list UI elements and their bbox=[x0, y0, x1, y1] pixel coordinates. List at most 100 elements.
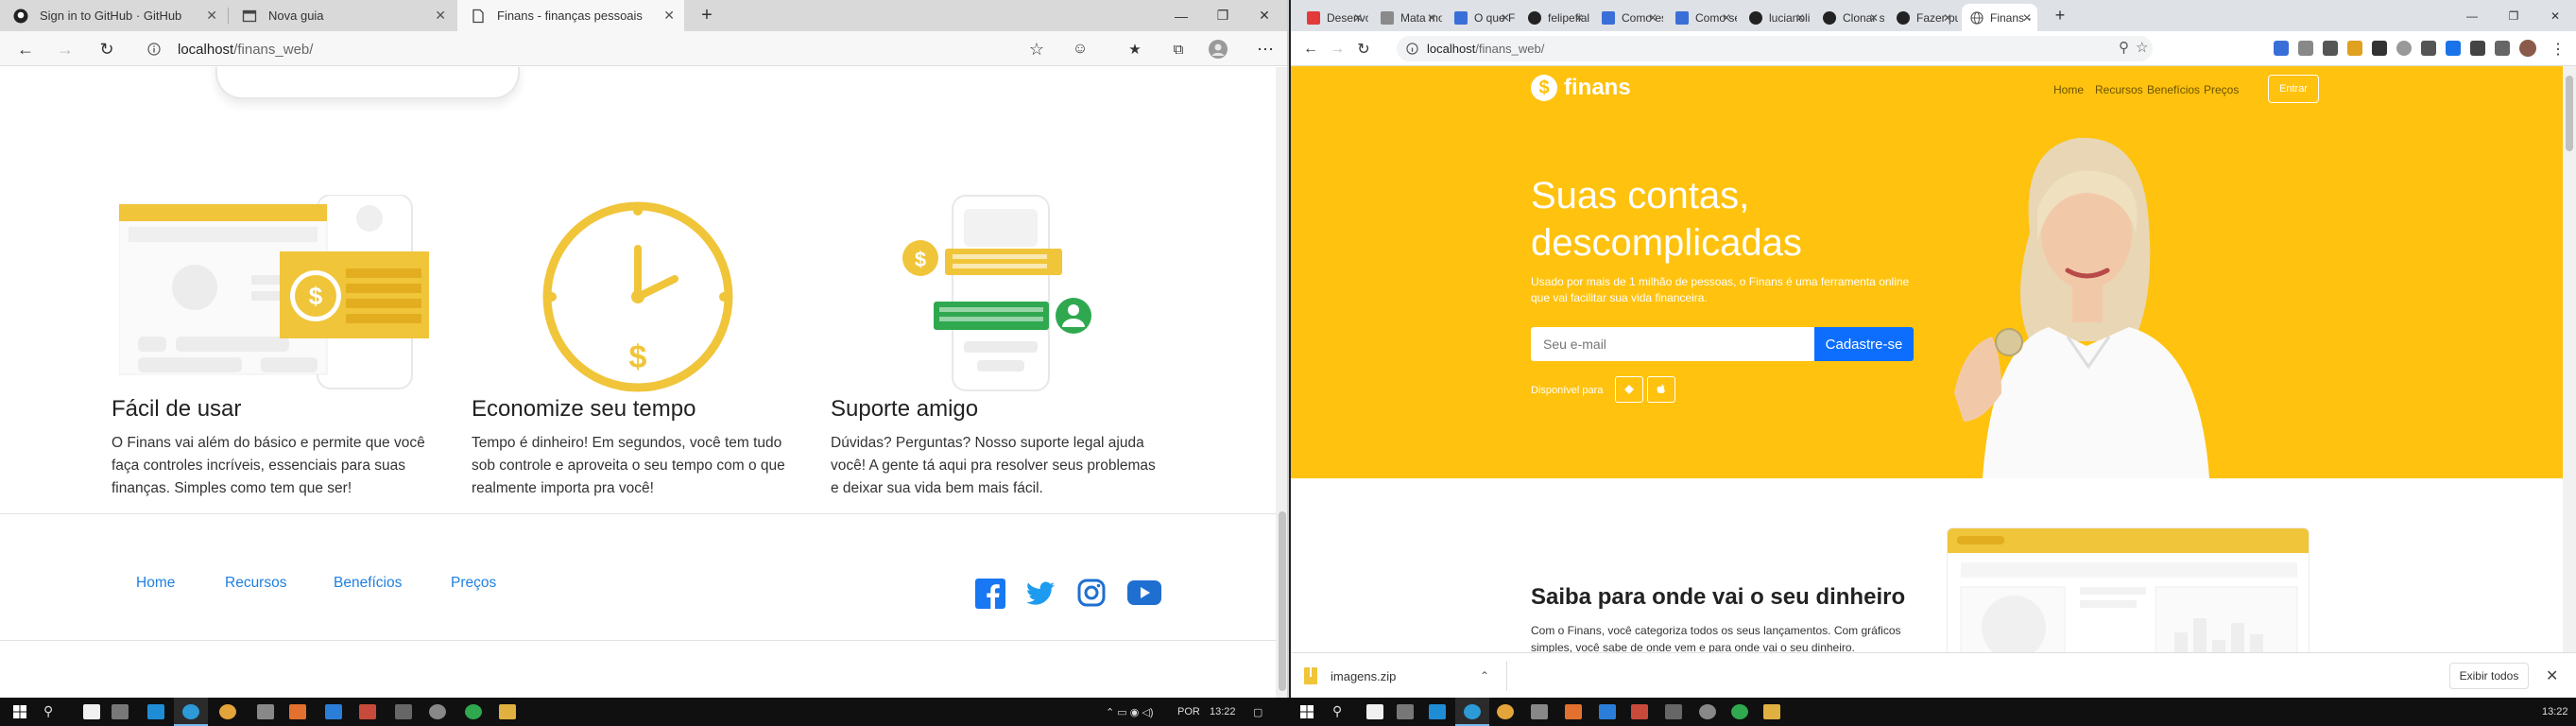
task-view-icon[interactable] bbox=[83, 704, 100, 719]
search-icon[interactable]: ⚲ bbox=[2119, 39, 2129, 56]
app-icon[interactable] bbox=[359, 704, 376, 719]
tab-finans-active[interactable]: Finans - ✕ bbox=[1962, 4, 2037, 31]
nav-recursos[interactable]: Recursos bbox=[2095, 83, 2143, 96]
refresh-icon[interactable]: ↻ bbox=[94, 37, 119, 61]
app-icon[interactable] bbox=[289, 704, 306, 719]
footer-link-home[interactable]: Home bbox=[136, 575, 175, 592]
close-icon[interactable]: ✕ bbox=[663, 8, 675, 24]
close-icon[interactable]: ✕ bbox=[1943, 11, 1952, 25]
facebook-icon[interactable] bbox=[975, 579, 1005, 609]
restore-button[interactable]: ❐ bbox=[2493, 0, 2534, 31]
nav-beneficios[interactable]: Benefícios bbox=[2147, 83, 2200, 96]
refresh-icon[interactable]: ↻ bbox=[1351, 37, 1376, 61]
url-field[interactable]: localhost/finans_web/ ⚲ ☆ bbox=[1397, 36, 2153, 61]
tab-item[interactable]: Mata mo ✕ bbox=[1372, 4, 1442, 31]
left-scrollbar[interactable] bbox=[1276, 67, 1287, 698]
tab-item[interactable]: O que Fr ✕ bbox=[1446, 4, 1516, 31]
instagram-icon[interactable] bbox=[1077, 579, 1106, 607]
avatar[interactable] bbox=[2519, 40, 2536, 57]
back-icon[interactable]: ← bbox=[13, 37, 38, 61]
close-icon[interactable]: ✕ bbox=[1353, 11, 1363, 25]
close-icon[interactable]: ✕ bbox=[2546, 666, 2558, 685]
extension-icon[interactable] bbox=[2372, 41, 2387, 56]
tab-item[interactable]: Como se ✕ bbox=[1667, 4, 1737, 31]
settings-menu-icon[interactable]: ⋯ bbox=[1253, 37, 1278, 61]
windows-start-icon[interactable] bbox=[1300, 705, 1314, 718]
new-tab-button[interactable]: + bbox=[2039, 0, 2081, 31]
show-all-button[interactable]: Exibir todos bbox=[2449, 663, 2529, 689]
close-icon[interactable]: ✕ bbox=[206, 8, 217, 24]
tab-item[interactable]: lucianoli ✕ bbox=[1741, 4, 1811, 31]
extension-icon[interactable] bbox=[2421, 41, 2436, 56]
favorite-star-icon[interactable]: ☆ bbox=[1024, 37, 1049, 61]
edge-icon[interactable] bbox=[1464, 704, 1481, 719]
emoji-icon[interactable]: ☺ bbox=[1068, 37, 1092, 61]
forward-icon[interactable]: → bbox=[53, 37, 77, 61]
close-icon[interactable]: ✕ bbox=[1427, 11, 1436, 25]
vscode-icon[interactable] bbox=[1599, 704, 1616, 719]
scrollbar-thumb[interactable] bbox=[1279, 511, 1286, 691]
footer-link-precos[interactable]: Preços bbox=[451, 575, 496, 592]
tab-new-tab[interactable]: Nova guia ✕ bbox=[229, 0, 455, 31]
app-icon[interactable] bbox=[465, 704, 482, 719]
app-icon[interactable] bbox=[1665, 704, 1682, 719]
new-tab-button[interactable]: + bbox=[686, 0, 728, 31]
tab-item[interactable]: Fazer pu ✕ bbox=[1888, 4, 1958, 31]
app-icon[interactable] bbox=[1631, 704, 1648, 719]
footer-link-beneficios[interactable]: Benefícios bbox=[334, 575, 402, 592]
search-icon[interactable]: ⚲ bbox=[43, 703, 53, 719]
tab-github[interactable]: Sign in to GitHub · GitHub ✕ bbox=[0, 0, 227, 31]
youtube-icon[interactable] bbox=[1127, 579, 1161, 607]
nav-home[interactable]: Home bbox=[2053, 83, 2084, 96]
chrome-icon[interactable] bbox=[219, 704, 236, 719]
task-view-icon[interactable] bbox=[1366, 704, 1383, 719]
clock[interactable]: 13:22 bbox=[1210, 706, 1236, 717]
twitter-icon[interactable] bbox=[1024, 579, 1056, 609]
right-scrollbar[interactable] bbox=[2563, 66, 2576, 652]
chevron-up-icon[interactable]: ⌃ bbox=[1480, 669, 1489, 683]
nav-precos[interactable]: Preços bbox=[2204, 83, 2239, 96]
app-icon[interactable] bbox=[499, 704, 516, 719]
close-icon[interactable]: ✕ bbox=[435, 8, 446, 24]
search-icon[interactable]: ⚲ bbox=[1332, 703, 1342, 719]
login-button[interactable]: Entrar bbox=[2268, 75, 2319, 103]
tab-item[interactable]: Desenvo ✕ bbox=[1298, 4, 1368, 31]
puzzle-icon[interactable] bbox=[2495, 41, 2510, 56]
extension-icon[interactable] bbox=[2470, 41, 2485, 56]
notification-icon[interactable]: ▢ bbox=[1253, 706, 1262, 718]
store-icon[interactable] bbox=[112, 704, 129, 719]
minimize-button[interactable]: — bbox=[1160, 0, 1202, 31]
language-indicator[interactable]: POR bbox=[1177, 706, 1200, 717]
tab-item[interactable]: Clonar se✕ bbox=[1814, 4, 1884, 31]
tab-item[interactable]: felipefiali ✕ bbox=[1520, 4, 1589, 31]
extension-icon[interactable] bbox=[2347, 41, 2362, 56]
app-icon[interactable] bbox=[1699, 704, 1716, 719]
app-icon[interactable] bbox=[1763, 704, 1780, 719]
favorites-icon[interactable]: ★ bbox=[1123, 37, 1147, 61]
explorer-icon[interactable] bbox=[1429, 704, 1446, 719]
finans-logo[interactable]: $ finans bbox=[1531, 75, 1631, 101]
forward-icon[interactable]: → bbox=[1325, 37, 1349, 61]
chrome-icon[interactable] bbox=[1497, 704, 1514, 719]
close-icon[interactable]: ✕ bbox=[1574, 11, 1584, 25]
close-icon[interactable]: ✕ bbox=[1869, 11, 1879, 25]
app-icon[interactable] bbox=[395, 704, 412, 719]
extension-icon[interactable] bbox=[2446, 41, 2461, 56]
vscode-icon[interactable] bbox=[325, 704, 342, 719]
minimize-button[interactable]: — bbox=[2451, 0, 2493, 31]
favorite-star-icon[interactable]: ☆ bbox=[2136, 39, 2148, 56]
explorer-icon[interactable] bbox=[147, 704, 164, 719]
store-icon[interactable] bbox=[1397, 704, 1414, 719]
close-icon[interactable]: ✕ bbox=[2022, 11, 2032, 25]
info-icon[interactable] bbox=[147, 43, 161, 56]
close-icon[interactable]: ✕ bbox=[1501, 11, 1510, 25]
app-icon[interactable] bbox=[1565, 704, 1582, 719]
extension-icon[interactable] bbox=[2323, 41, 2338, 56]
email-field[interactable] bbox=[1531, 327, 1814, 361]
back-icon[interactable]: ← bbox=[1298, 37, 1323, 61]
extension-icon[interactable] bbox=[2298, 41, 2313, 56]
url-field[interactable]: localhost/finans_web/ bbox=[178, 42, 313, 58]
download-item[interactable]: imagens.zip ⌃ bbox=[1304, 661, 1512, 691]
menu-icon[interactable]: ⋮ bbox=[2546, 37, 2570, 61]
tab-item[interactable]: Como es ✕ bbox=[1593, 4, 1663, 31]
